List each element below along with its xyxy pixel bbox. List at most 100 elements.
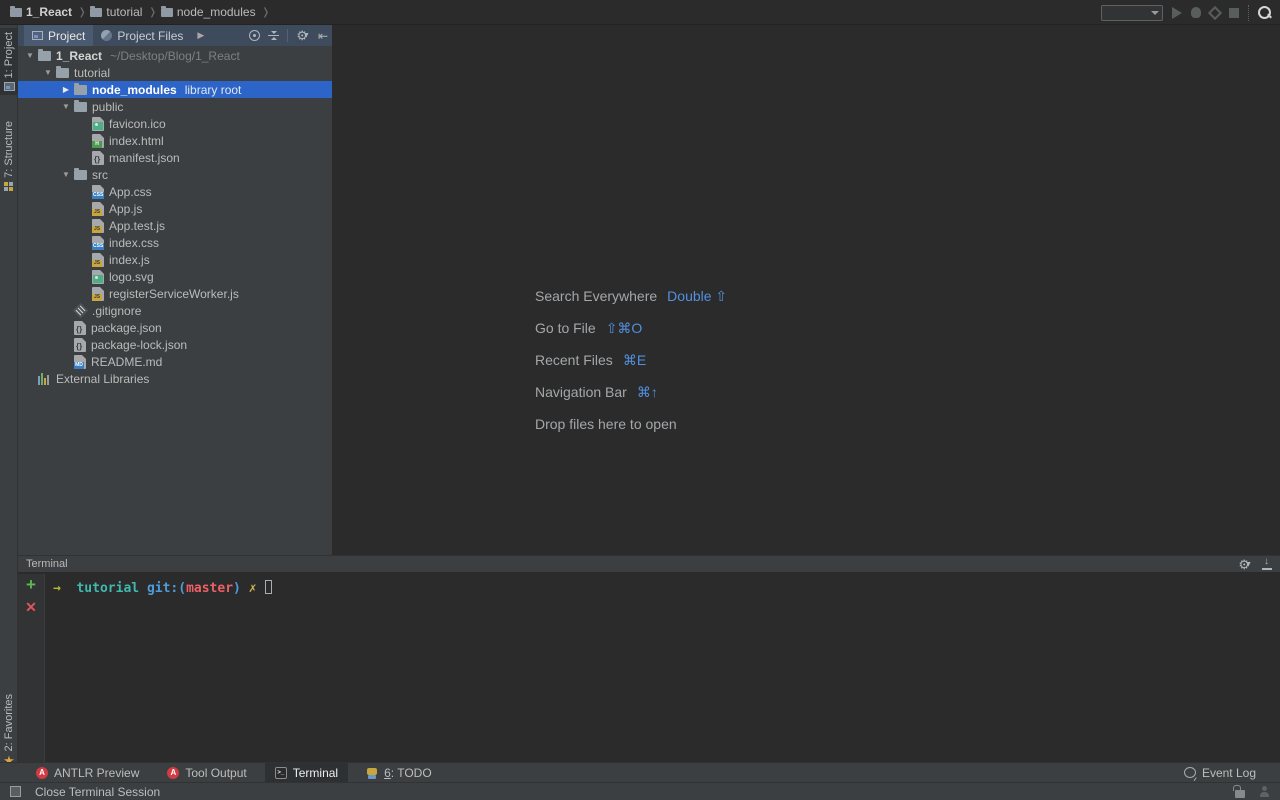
tree-row[interactable]: ▼ 1_React ~/Desktop/Blog/1_React [18,47,332,64]
tool-window-button-label: 6: TODO [384,765,432,780]
settings-menu[interactable]: ⚙ ▼ [296,29,310,42]
tree-row[interactable]: CSS index.css [18,234,332,251]
favorites-tool-label: 2: Favorites [3,694,15,752]
tree-item-label: node_modules [92,82,177,97]
tab-project-label: Project [48,28,86,43]
tree-row[interactable]: .gitignore [18,302,332,319]
sidebar-item-structure[interactable]: 7: Structure [0,117,18,196]
tool-window-button-label: Tool Output [185,765,247,780]
event-log-button[interactable]: Event Log [1183,766,1256,780]
project-tool-icon [3,82,15,92]
shortcut-label: Recent Files [535,352,613,368]
md-file-icon: MD [74,354,86,369]
prompt-segment [61,581,77,596]
chevron-down-icon [1151,10,1159,15]
tree-item-label: index.html [109,133,164,148]
sidebar-item-project[interactable]: 1: Project [0,28,18,96]
highlighting-level-icon[interactable] [1259,786,1270,797]
antlr-icon: A [167,766,180,779]
close-session-icon[interactable]: ✕ [25,600,37,614]
tree-row[interactable]: {} package.json [18,319,332,336]
prompt-segment: tutorial [76,581,147,596]
stop-button[interactable] [1229,7,1239,18]
tab-project[interactable]: Project [24,25,94,46]
run-button[interactable] [1172,6,1182,19]
locate-icon[interactable] [249,30,261,41]
coverage-button[interactable] [1207,5,1223,20]
chevron-down-icon[interactable]: ▼ [58,170,74,179]
tree-row[interactable]: favicon.ico [18,115,332,132]
tool-window-button-6-todo[interactable]: 6: TODO [356,763,442,783]
prompt-segment: ) [233,581,249,596]
terminal-tools: ⚙ ▼ [1238,556,1272,571]
prompt-segment: master [186,581,234,596]
unlock-icon[interactable] [1233,784,1245,798]
new-session-icon[interactable]: + [26,576,36,593]
tree-row[interactable]: Hindex.html [18,132,332,149]
collapse-all-icon[interactable] [268,31,280,40]
tool-window-button-tool-output[interactable]: A Tool Output [157,763,256,783]
chevron-down-icon[interactable]: ▼ [40,68,56,77]
tool-window-button-label: ANTLR Preview [54,765,140,780]
tree-row[interactable]: JS index.js [18,251,332,268]
tree-row[interactable]: {} package-lock.json [18,336,332,353]
shortcut-hint: Go to File ⇧⌘O [535,312,727,344]
more-tabs-icon[interactable]: ▶ [197,30,204,41]
breadcrumb-item[interactable]: tutorial ❭ [90,5,160,19]
chevron-right-icon[interactable]: ▶ [58,85,74,94]
chevron-right-icon: ❭ [78,6,87,18]
tree-row[interactable]: ▶ node_modules library root [18,81,332,98]
project-panel-tools: ⚙ ▼ ⇤ [249,25,328,46]
prompt-segment: → [53,581,61,596]
terminal-content[interactable]: → tutorial git:(master) ✗ [45,574,1280,762]
breadcrumb: 1_React ❭ tutorial ❭ node_modules ❭ [10,5,274,19]
tree-row[interactable]: logo.svg [18,268,332,285]
shortcut-keys: ⌘E [622,351,647,368]
folder-icon [10,5,22,17]
breadcrumb-item[interactable]: node_modules ❭ [160,5,274,19]
tree-row[interactable]: JS App.js [18,200,332,217]
shortcut-hint: Recent Files ⌘E [535,344,727,376]
status-bar-right [1233,784,1270,798]
chevron-down-icon[interactable]: ▼ [22,51,38,60]
shortcut-keys: ⇧⌘O [605,319,643,336]
tab-project-files[interactable]: Project Files [93,25,191,46]
sidebar-item-favorites[interactable]: 2: Favorites ★ [0,690,18,771]
terminal-panel: Terminal ⚙ ▼ + ✕ → tutorial git:(master)… [18,555,1280,762]
tree-row[interactable]: JS App.test.js [18,217,332,234]
tree-row[interactable]: ▼ src [18,166,332,183]
terminal-settings-menu[interactable]: ⚙ ▼ [1238,558,1252,571]
tree-row[interactable]: ▼ tutorial [18,64,332,81]
hide-panel-icon[interactable]: ⇤ [318,29,328,43]
tree-row[interactable]: {} manifest.json [18,149,332,166]
tool-window-button-terminal[interactable]: >_ Terminal [264,762,349,783]
tool-window-buttons: A ANTLR Preview A Tool Output >_ Terminal 6: T… [26,762,442,783]
breadcrumb-item[interactable]: 1_React ❭ [10,5,90,19]
folder-file-icon [74,99,87,112]
tree-item-label: package.json [91,320,162,335]
hide-panel-icon[interactable] [1262,556,1272,570]
run-config-select[interactable] [1101,4,1163,21]
tree-item-label: App.js [109,201,143,216]
status-message: Close Terminal Session [35,784,161,799]
tree-item-label: public [92,99,124,114]
editor-area[interactable]: Search Everywhere Double ⇧ Go to File ⇧⌘O Re… [333,25,1280,555]
chevron-down-icon[interactable]: ▼ [58,102,74,111]
tree-row[interactable]: ▼ public [18,98,332,115]
image-file-icon [92,269,104,284]
folder-file-icon [74,82,87,95]
debug-button[interactable] [1191,7,1201,18]
tree-row[interactable]: External Libraries [18,370,332,387]
tree-item-label: src [92,167,108,182]
tree-row[interactable]: MD README.md [18,353,332,370]
tree-row[interactable]: JS registerServiceWorker.js [18,285,332,302]
tree-item-suffix: library root [184,82,242,97]
tool-window-button-antlr-preview[interactable]: A ANTLR Preview [26,763,149,783]
search-icon[interactable] [1258,5,1272,20]
folder-icon [90,5,103,17]
editor-shortcut-hints: Search Everywhere Double ⇧ Go to File ⇧⌘O Re… [535,280,727,440]
project-tool-label: 1: Project [3,32,15,79]
toggle-tool-buttons-icon[interactable] [10,786,21,797]
tree-item-label: logo.svg [109,269,154,284]
tree-row[interactable]: CSS App.css [18,183,332,200]
